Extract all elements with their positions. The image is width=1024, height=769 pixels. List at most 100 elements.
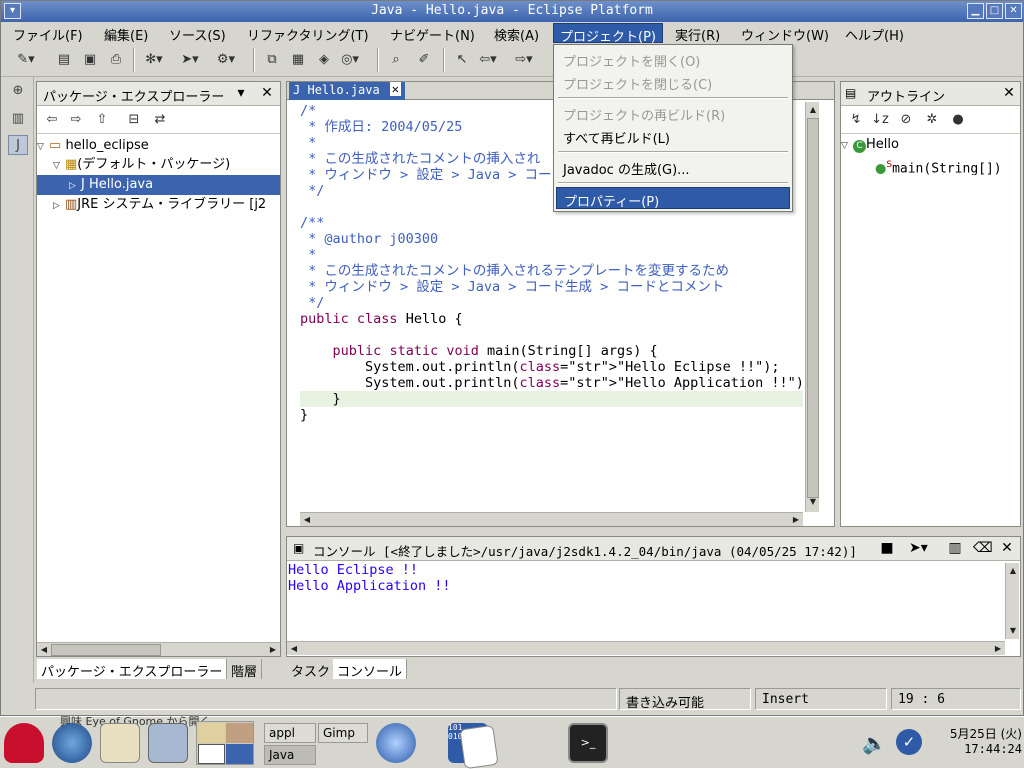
new-icon[interactable]: ✎▾ (15, 49, 37, 71)
close-tab-icon[interactable]: ✕ (389, 82, 401, 96)
tab-hierarchy[interactable]: 階層 (227, 659, 263, 680)
console-hscroll[interactable]: ◀ ▶ (287, 641, 1005, 655)
scroll-down-icon[interactable]: ▼ (807, 496, 819, 508)
redhat-menu-icon[interactable] (4, 723, 44, 763)
hide-nonpublic-icon[interactable]: ● (947, 109, 969, 131)
close-view-icon[interactable]: ✕ (259, 85, 275, 101)
scroll-right-icon[interactable]: ▶ (267, 644, 279, 656)
external-tools-icon[interactable]: ⚙▾ (215, 49, 237, 71)
hide-static-icon[interactable]: ✲ (921, 109, 943, 131)
clear-console-icon[interactable]: ⌫ (973, 540, 993, 556)
menu-item-open-project[interactable]: プロジェクトを開く(O) (556, 48, 790, 70)
menu-window[interactable]: ウィンドウ(W) (735, 23, 835, 44)
menu-item-rebuild-project[interactable]: プロジェクトの再ビルド(R) (556, 102, 790, 124)
menu-search[interactable]: 検索(A) (488, 23, 545, 44)
debug-icon[interactable]: ✻▾ (143, 49, 165, 71)
mozilla-icon[interactable] (376, 723, 416, 763)
document-icon[interactable] (459, 724, 499, 769)
scroll-right-icon[interactable]: ▶ (790, 514, 802, 526)
update-icon[interactable]: ✓ (896, 729, 922, 755)
open-type-icon[interactable]: ◎▾ (339, 49, 361, 71)
title-bar[interactable]: ▾ Java - Hello.java - Eclipse Platform ▁… (1, 1, 1023, 22)
outline-method[interactable]: ●Smain(String[]) (841, 155, 1020, 175)
editor-tab[interactable]: J Hello.java ✕ (289, 82, 405, 100)
sort-alpha-icon[interactable]: ↓z (869, 109, 891, 131)
menu-project[interactable]: プロジェクト(P) (553, 23, 663, 45)
scroll-right-icon[interactable]: ▶ (992, 643, 1004, 655)
editor-hscroll[interactable]: ◀ ▶ (300, 512, 803, 526)
resource-perspective-icon[interactable]: ▥ (8, 109, 28, 129)
menu-item-properties[interactable]: プロパティー(P) (556, 187, 790, 210)
menu-item-rebuild-all[interactable]: すべて再ビルド(L) (556, 125, 790, 147)
menu-run[interactable]: 実行(R) (669, 23, 726, 44)
browser-icon[interactable] (52, 723, 92, 763)
last-edit-icon[interactable]: ↖ (451, 49, 473, 71)
save-all-icon[interactable]: ▤ (53, 49, 75, 71)
forward-icon[interactable]: ⇨▾ (513, 49, 535, 71)
scroll-left-icon[interactable]: ◀ (38, 644, 50, 656)
workspace-switcher[interactable] (196, 721, 254, 765)
new-class-icon[interactable]: ◈ (313, 49, 335, 71)
maximize-icon[interactable]: □ (986, 3, 1003, 19)
menu-edit[interactable]: 編集(E) (98, 23, 154, 44)
tree-package[interactable]: ▽ ▦(デフォルト・パッケージ) (37, 155, 280, 175)
clock[interactable]: 5月25日 (火) 17:44:24 (932, 727, 1022, 757)
search-icon[interactable]: ⌕ (385, 49, 407, 71)
printer-icon[interactable] (148, 723, 188, 763)
status-bar: 書き込み可能 Insert 19 : 6 (1, 684, 1023, 711)
menu-source[interactable]: ソース(S) (163, 23, 232, 44)
sort-icon[interactable]: ↯ (845, 109, 867, 131)
back-icon[interactable]: ⇦ (41, 109, 63, 131)
menu-navigate[interactable]: ナビゲート(N) (384, 23, 481, 44)
menu-refactor[interactable]: リファクタリング(T) (241, 23, 375, 44)
run-icon[interactable]: ➤▾ (179, 49, 201, 71)
minimize-icon[interactable]: ▁ (967, 3, 984, 19)
new-project-icon[interactable]: ⧉ (261, 49, 283, 71)
menu-help[interactable]: ヘルプ(H) (839, 23, 910, 44)
scroll-up-icon[interactable]: ▲ (807, 104, 819, 116)
terminate-icon[interactable]: ■ (879, 540, 895, 556)
close-view-icon[interactable]: ✕ (1001, 85, 1017, 101)
close-view-icon[interactable]: ✕ (999, 540, 1015, 556)
view-menu-icon[interactable]: ▾ (233, 85, 249, 101)
collapse-all-icon[interactable]: ⊟ (123, 109, 145, 131)
task-gimp[interactable]: Gimp (318, 723, 368, 743)
run-console-icon[interactable]: ➤▾ (909, 540, 928, 556)
tab-console[interactable]: コンソール (333, 659, 408, 680)
new-package-icon[interactable]: ▦ (287, 49, 309, 71)
close-icon[interactable]: ✕ (1005, 3, 1022, 19)
volume-icon[interactable]: 🔈 (862, 731, 887, 755)
print-icon[interactable]: ⎙ (105, 49, 127, 71)
terminal-icon[interactable]: >_ (568, 723, 608, 763)
tree-file[interactable]: ▷ J Hello.java (37, 175, 280, 195)
tree-project[interactable]: ▽ ▭ hello_eclipse (37, 136, 280, 156)
link-editor-icon[interactable]: ⇄ (149, 109, 171, 131)
scroll-left-icon[interactable]: ◀ (301, 514, 313, 526)
hide-fields-icon[interactable]: ⊘ (895, 109, 917, 131)
scroll-left-icon[interactable]: ◀ (288, 643, 300, 655)
scroll-down-icon[interactable]: ▼ (1007, 625, 1019, 637)
menu-item-generate-javadoc[interactable]: Javadoc の生成(G)... (556, 156, 790, 178)
console-vscroll[interactable]: ▲ ▼ (1005, 563, 1019, 639)
task-appl[interactable]: appl (264, 723, 316, 743)
menu-item-close-project[interactable]: プロジェクトを閉じる(C) (556, 71, 790, 93)
menu-file[interactable]: ファイル(F) (7, 23, 89, 44)
open-perspective-icon[interactable]: ⊕ (8, 81, 28, 101)
explorer-hscroll[interactable]: ◀ ▶ (37, 642, 280, 656)
up-icon[interactable]: ⇧ (91, 109, 113, 131)
back-icon[interactable]: ⇦▾ (477, 49, 499, 71)
outline-class[interactable]: ▽ C Hello (841, 135, 1020, 155)
lock-icon[interactable]: ▥ (947, 540, 963, 556)
java-perspective-icon[interactable]: J (8, 135, 28, 155)
file-manager-icon[interactable] (100, 723, 140, 763)
tree-library[interactable]: ▷ ▥JRE システム・ライブラリー [j2 (37, 195, 280, 215)
task-java[interactable]: Java (264, 745, 316, 765)
code-line: * ウィンドウ > 設定 > Java > コード生成 > コードとコメント (300, 279, 725, 295)
tab-tasks[interactable]: タスク (287, 659, 336, 680)
pin-icon[interactable]: ✐ (413, 49, 435, 71)
editor-vscroll[interactable]: ▲ ▼ (805, 102, 819, 512)
scroll-up-icon[interactable]: ▲ (1007, 565, 1019, 577)
tab-package-explorer[interactable]: パッケージ・エクスプローラー (37, 659, 228, 680)
save-icon[interactable]: ▣ (79, 49, 101, 71)
forward-icon[interactable]: ⇨ (65, 109, 87, 131)
